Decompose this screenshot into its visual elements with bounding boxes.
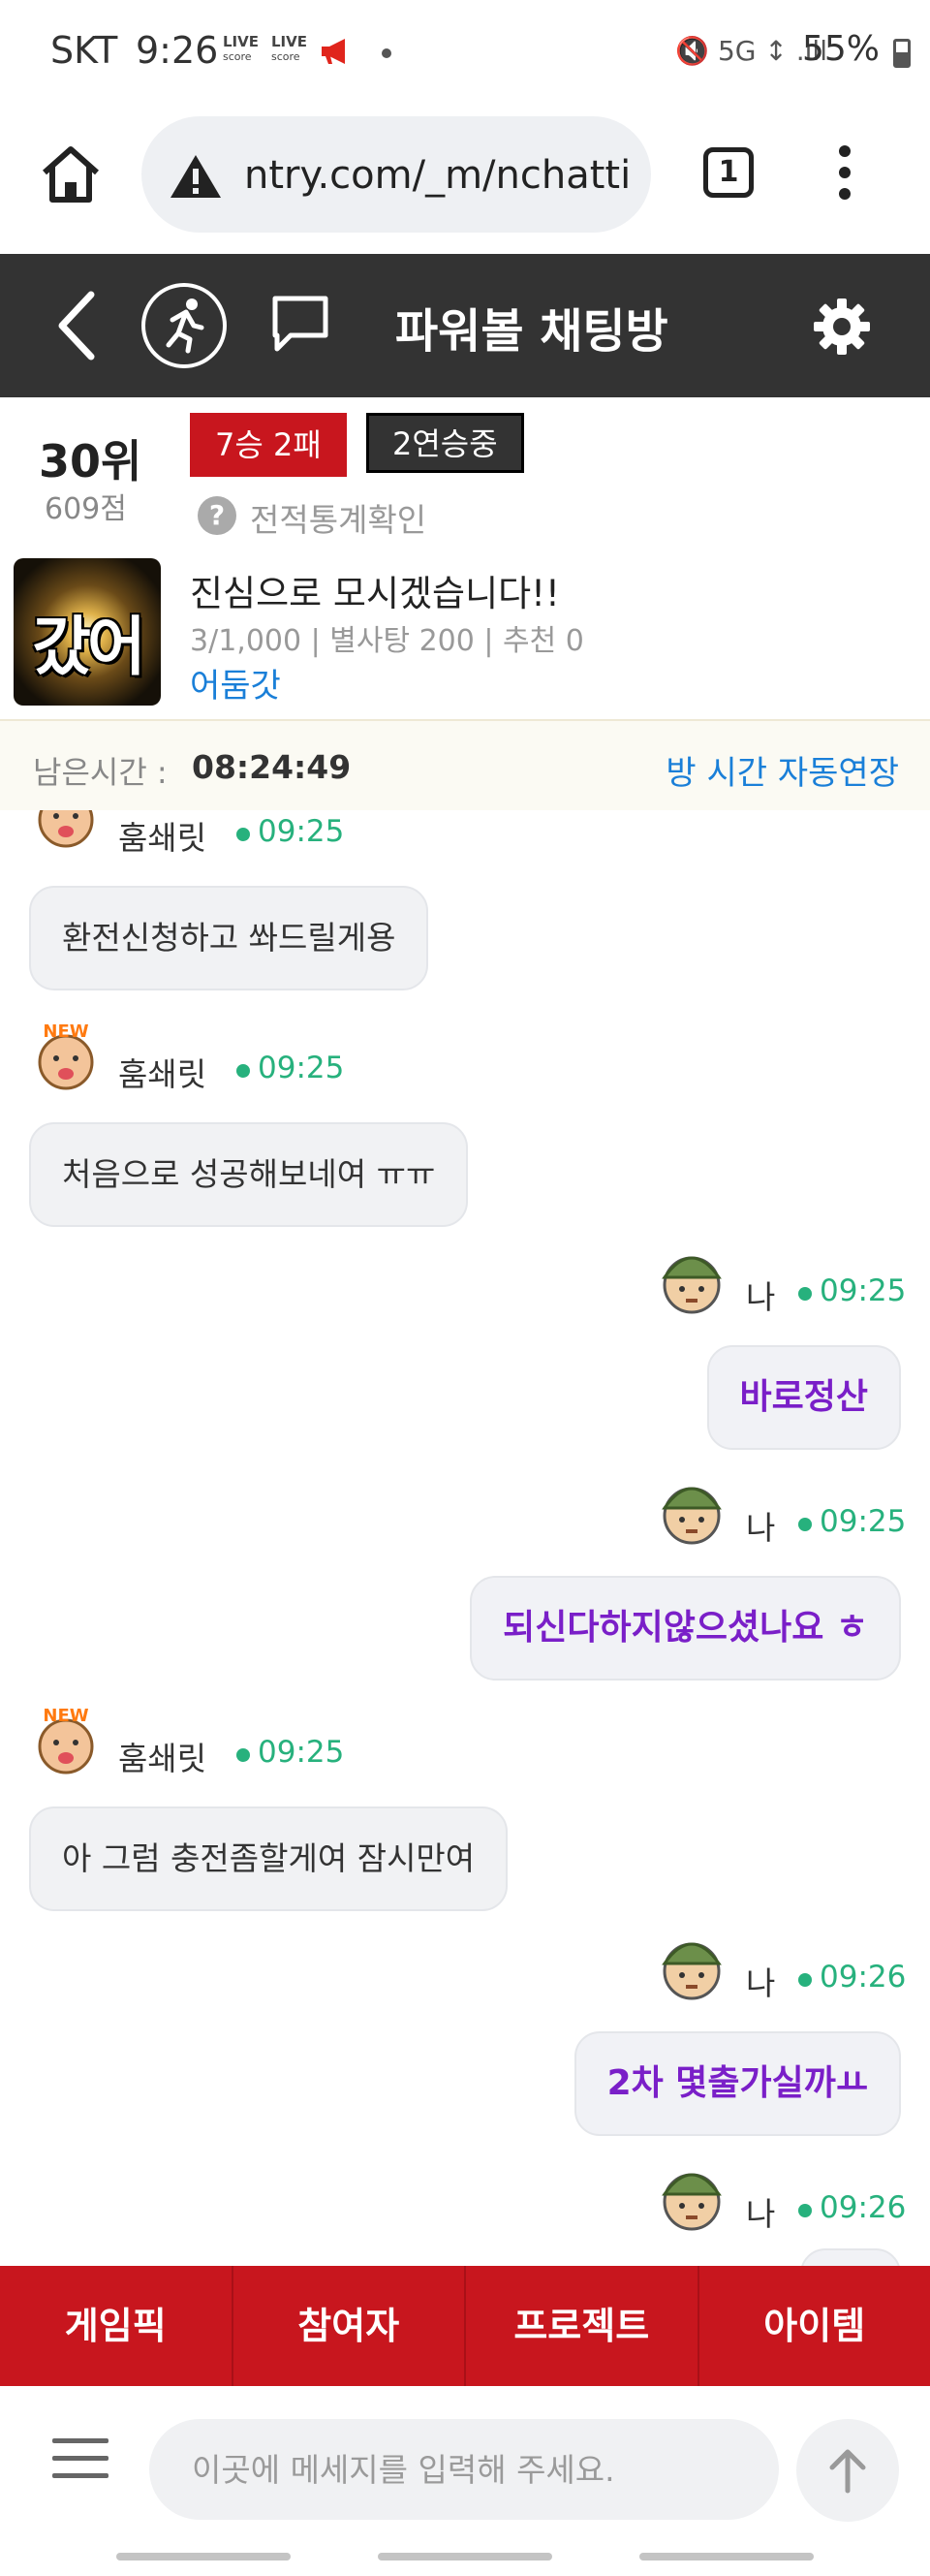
menu-icon[interactable] [52,2438,108,2479]
tab-switcher-button[interactable]: 1 [703,147,754,198]
browser-toolbar: ntry.com/_m/nchatti 1 [0,107,930,254]
question-icon[interactable]: ? [198,496,236,535]
bottom-tab-bar: 게임픽 참여자 프로젝트 아이템 [0,2266,930,2386]
message-time: 09:25 [258,814,345,849]
message-bubble: 바로정산 [706,1345,901,1450]
sender-name: 나 [746,2195,776,2233]
sender-name: 훔쇄릿 [118,819,207,857]
status-bar: SKT 9:26 LIVE score LIVE score 🔇 5G ↕ .ıll… [0,0,930,107]
points-label: 609점 [45,492,127,526]
live-score-icon: LIVE score [271,33,307,64]
battery-percent: 55% [801,29,880,69]
remaining-time-value: 08:24:49 [192,748,352,786]
win-loss-badge: 7승 2패 [190,413,347,477]
tab-game-pick[interactable]: 게임픽 [0,2266,233,2386]
page-title: 파워볼 채팅방 [395,304,668,359]
nav-pill [639,2553,814,2560]
user-avatar-icon: NEW [38,1021,94,1090]
arrow-up-icon [829,2449,866,2494]
chat-message: NEW 훔쇄릿 09:25 환전신청하고 쏴드릴게용 [0,810,930,990]
online-dot-icon [798,1518,812,1531]
carrier-label: SKT [50,29,118,72]
message-bubble: 환전신청하고 쏴드릴게용 [29,886,429,990]
sender-name: 나 [746,1964,776,2002]
rank-label: 30위 [39,435,142,487]
chat-message-mine: 나 09:26 [0,2159,930,2266]
gear-icon[interactable] [812,297,872,357]
nav-pill [378,2553,552,2560]
url-text: ntry.com/_m/nchatti [244,153,632,198]
message-bubble: 아 그럼 충전좀할게여 잠시만여 [29,1806,509,1911]
megaphone-icon [322,39,345,64]
message-input[interactable] [149,2419,779,2520]
message-input-bar [0,2386,930,2541]
stats-link[interactable]: 전적통계확인 [250,494,426,541]
tab-items[interactable]: 아이템 [699,2266,930,2386]
chat-message-mine: 나 09:25 바로정산 [0,1242,930,1450]
room-thumbnail-logo: 갔어둠 [32,610,145,706]
more-options-icon[interactable] [835,145,854,204]
warning-icon [170,155,221,198]
home-icon[interactable] [37,140,105,207]
my-avatar-icon [662,1256,722,1314]
online-dot-icon [798,1973,812,1987]
send-button[interactable] [796,2419,899,2522]
message-time: 09:25 [258,1051,345,1085]
my-avatar-icon [662,1942,722,2000]
room-thumbnail[interactable]: 갔어둠 [14,558,161,706]
online-dot-icon [236,1064,250,1078]
battery-icon [893,39,911,68]
nav-pill [116,2553,291,2560]
message-bubble: 2차 몇출가실까ㅛ [574,2031,901,2136]
message-bubble: 되신다하지않으셨나요 ㅎ [470,1576,901,1681]
room-meta: 3/1,000 | 별사탕 200 | 추천 0 [190,624,584,658]
online-dot-icon [236,1748,250,1762]
tab-participants[interactable]: 참여자 [233,2266,466,2386]
chat-room-header: 파워볼 채팅방 [0,254,930,397]
user-avatar-icon: NEW [38,1706,94,1775]
svg-text:NEW: NEW [43,1021,88,1042]
message-bubble [800,2248,901,2266]
live-score-icon: LIVE score [223,33,259,64]
address-bar[interactable]: ntry.com/_m/nchatti [141,116,651,233]
sender-name: 훔쇄릿 [118,1740,207,1777]
online-dot-icon [236,828,250,841]
chat-message: NEW 훔쇄릿 09:25 처음으로 성공해보네여 ㅠㅠ [0,1018,930,1227]
back-arrow-icon[interactable] [54,289,97,362]
message-time: 09:26 [820,1960,907,1995]
runner-icon[interactable] [141,283,227,368]
message-time: 09:25 [820,1273,907,1308]
remaining-time-label: 남은시간 : [33,754,168,791]
sender-name: 훔쇄릿 [118,1055,207,1093]
my-avatar-icon [662,2173,722,2231]
online-dot-icon [798,1287,812,1301]
sender-name: 나 [746,1509,776,1547]
sender-name: 나 [746,1278,776,1316]
auto-extend-link[interactable]: 방 시간 자동연장 [666,746,899,794]
room-owner-link[interactable]: 어둠갓 [190,659,281,707]
remaining-time-bar: 남은시간 : 08:24:49 방 시간 자동연장 [0,719,930,812]
message-bubble: 처음으로 성공해보네여 ㅠㅠ [29,1122,469,1227]
user-avatar-icon: NEW [38,810,94,848]
streak-badge: 2연승중 [366,413,524,473]
message-time: 09:26 [820,2190,907,2225]
my-avatar-icon [662,1487,722,1545]
chat-message-list[interactable]: NEW 훔쇄릿 09:25 환전신청하고 쏴드릴게용 NEW 훔쇄릿 09:25… [0,810,930,2266]
svg-text:NEW: NEW [43,1706,88,1726]
notification-dot-icon [382,48,391,58]
chat-message-mine: 나 09:26 2차 몇출가실까ㅛ [0,1929,930,2136]
clock: 9:26 [136,29,219,72]
message-time: 09:25 [258,1735,345,1770]
chat-message: NEW 훔쇄릿 09:25 아 그럼 충전좀할게여 잠시만여 [0,1702,930,1911]
message-time: 09:25 [820,1504,907,1539]
chat-message-mine: 나 09:25 되신다하지않으셨나요 ㅎ [0,1473,930,1681]
room-title: 진심으로 모시겠습니다!! [190,573,560,614]
online-dot-icon [798,2204,812,2217]
tab-project[interactable]: 프로젝트 [466,2266,699,2386]
chat-bubble-icon[interactable] [269,293,331,355]
